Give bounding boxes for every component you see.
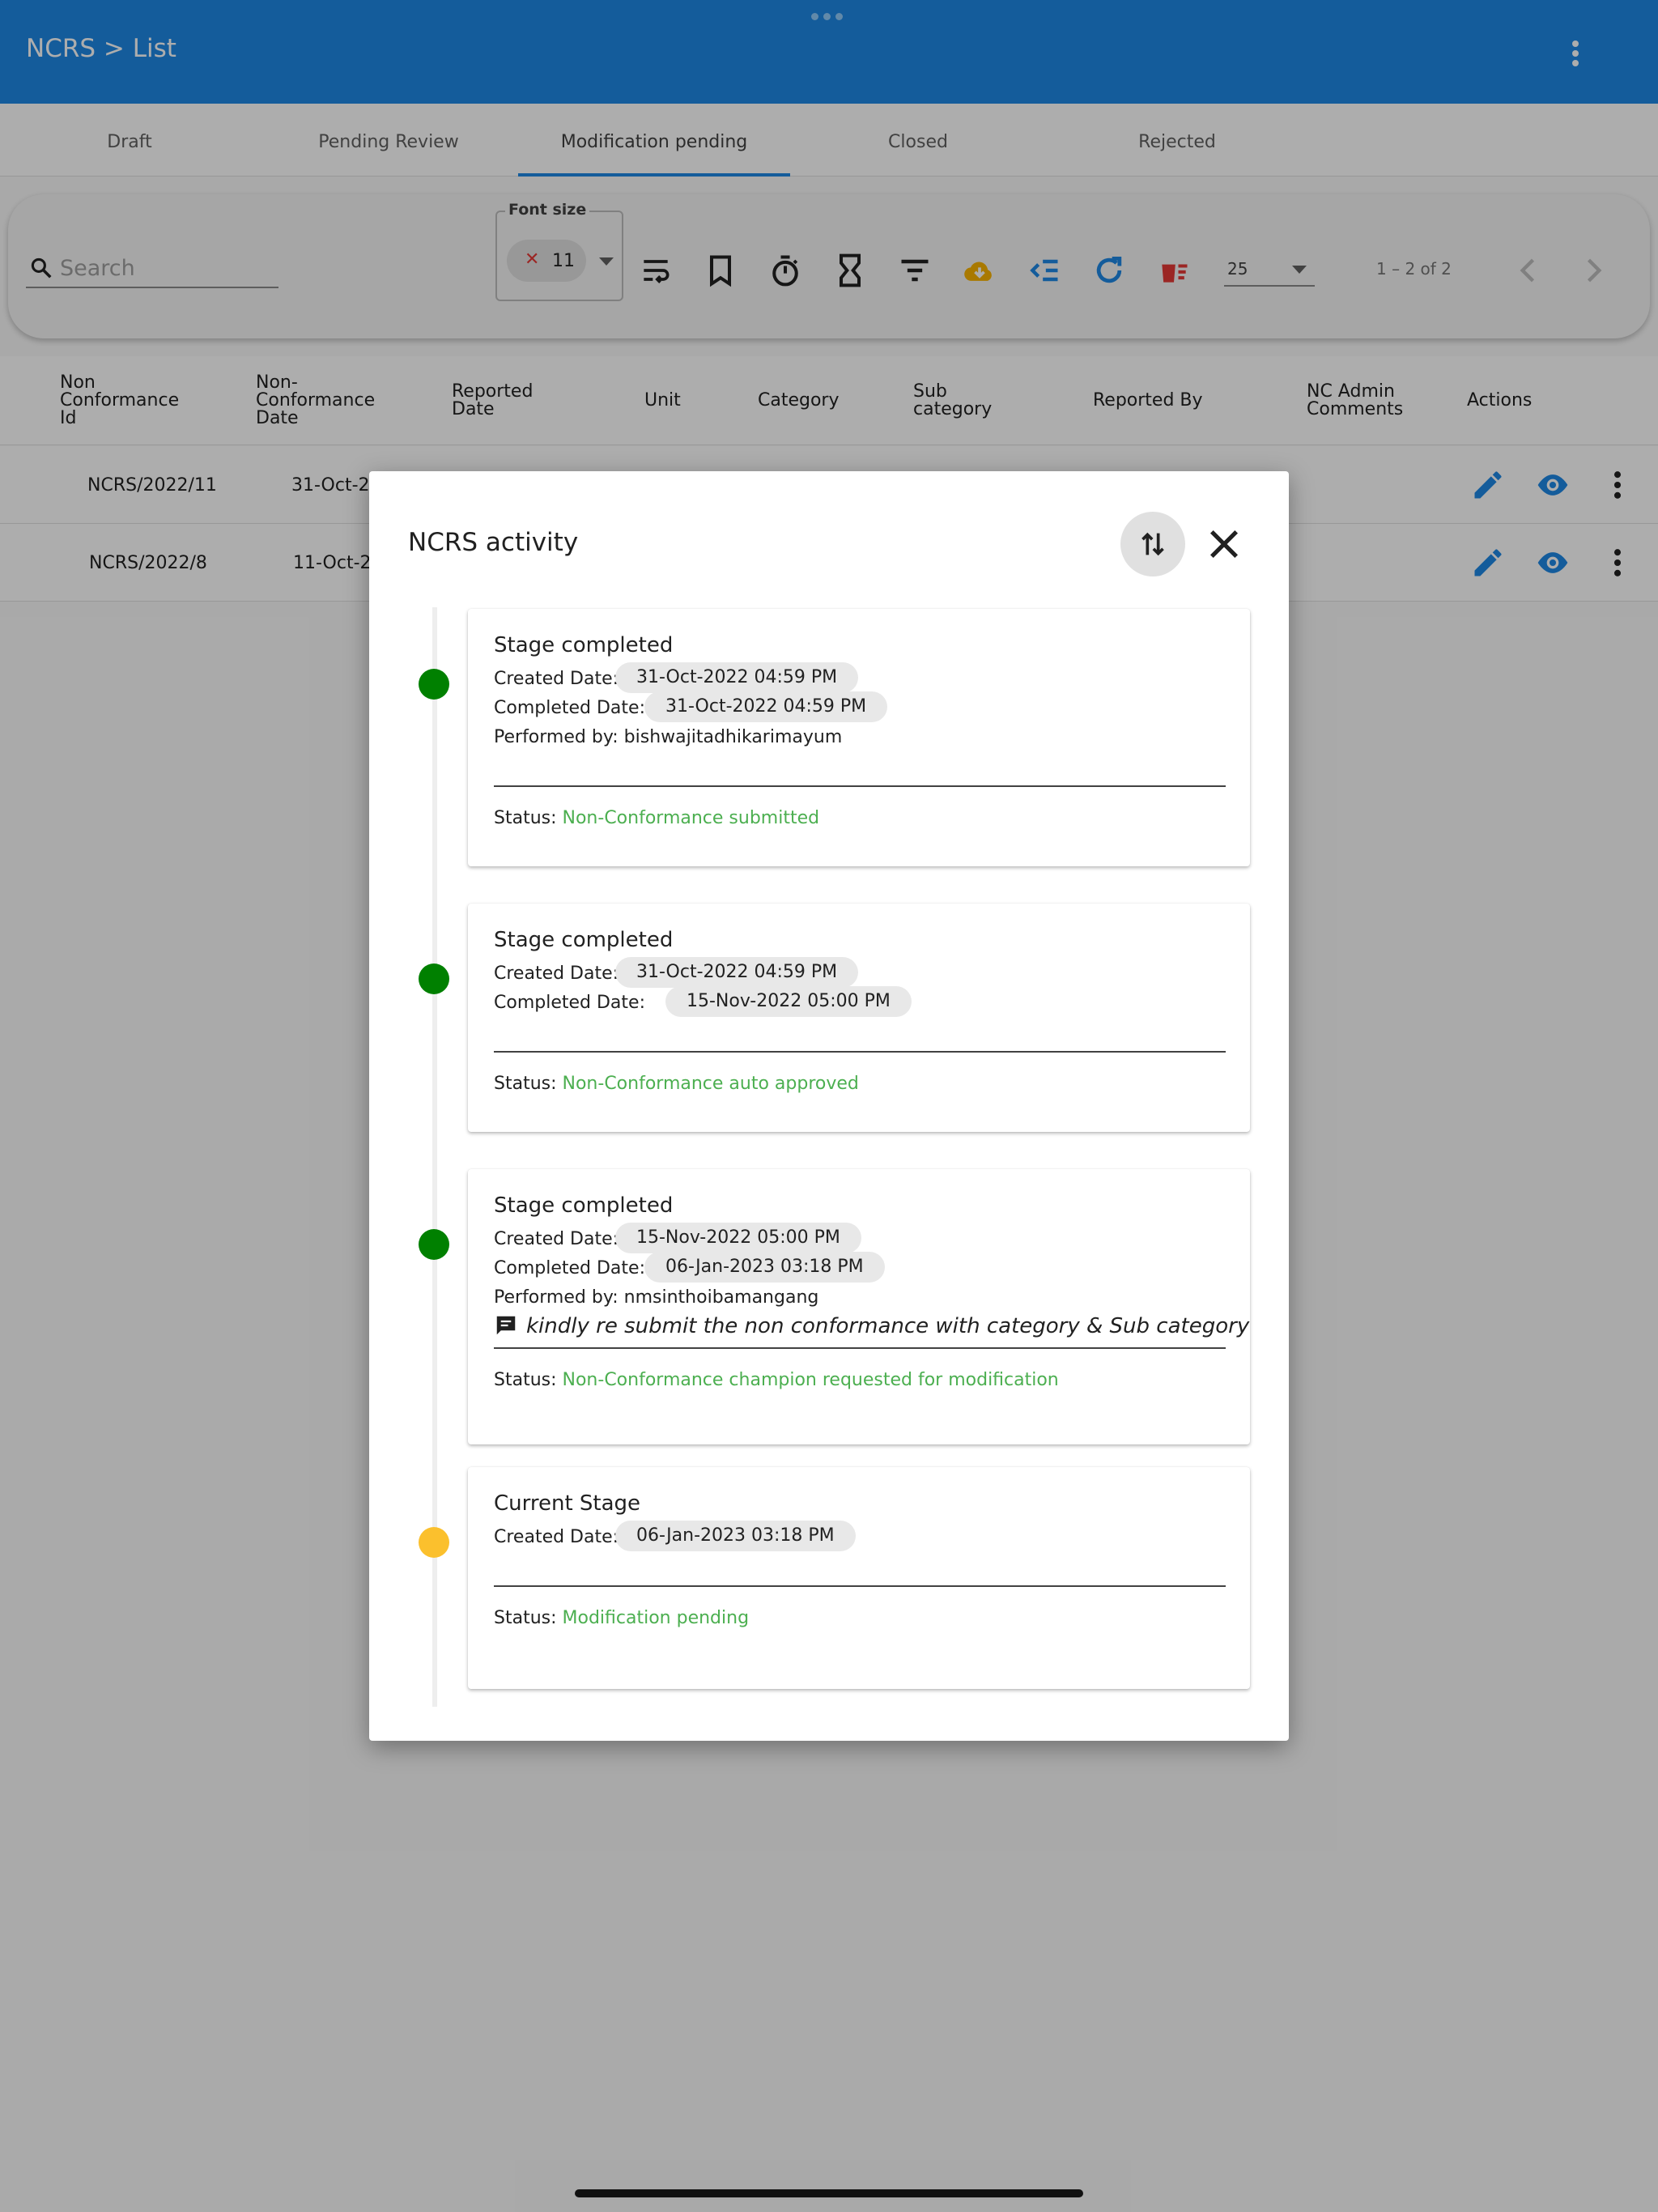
performed-by: Performed by: bishwajitadhikarimayum [494,727,843,747]
created-date-pill: 31-Oct-2022 04:59 PM [615,957,859,988]
completed-label: Completed Date: [494,1258,645,1278]
status-line: Status: Non-Conformance submitted [494,808,820,828]
completed-date-pill: 31-Oct-2022 04:59 PM [644,691,888,722]
stage-title: Stage completed [494,928,674,952]
completed-label: Completed Date: [494,698,645,718]
status-line: Status: Non-Conformance champion request… [494,1370,1059,1390]
stage-title: Stage completed [494,1193,674,1218]
created-label: Created Date: [494,1527,619,1547]
home-indicator[interactable] [575,2189,1083,2197]
swap-vert-icon [1141,532,1164,556]
stage-card: Stage completed Created Date: 31-Oct-202… [468,609,1250,866]
dialog-title: NCRS activity [408,528,579,557]
stage-card: Stage completed Created Date: 15-Nov-202… [468,1169,1250,1444]
status-value: Non-Conformance auto approved [562,1074,859,1094]
completed-date-pill: 06-Jan-2023 03:18 PM [644,1252,885,1283]
divider [494,1585,1226,1587]
timeline-dot [419,963,449,994]
status-line: Status: Non-Conformance auto approved [494,1074,859,1094]
timeline-dot [419,1527,449,1558]
status-value: Non-Conformance submitted [562,808,820,828]
created-label: Created Date: [494,1229,619,1249]
stage-title: Current Stage [494,1491,641,1516]
completed-date-pill: 15-Nov-2022 05:00 PM [665,986,912,1017]
comment-line: kindly re submit the non conformance wit… [494,1313,1249,1338]
timeline-dot [419,669,449,700]
timeline-dot [419,1229,449,1260]
completed-label: Completed Date: [494,993,645,1013]
divider [494,785,1226,787]
comment-icon [496,1316,516,1335]
status-value: Non-Conformance champion requested for m… [562,1370,1059,1390]
created-date-pill: 06-Jan-2023 03:18 PM [615,1521,856,1551]
status-value: Modification pending [562,1608,750,1628]
stage-title: Stage completed [494,633,674,657]
stage-card: Stage completed Created Date: 31-Oct-202… [468,904,1250,1132]
status-line: Status: Modification pending [494,1608,750,1628]
divider [494,1347,1226,1349]
divider [494,1051,1226,1053]
created-label: Created Date: [494,669,619,689]
created-date-pill: 31-Oct-2022 04:59 PM [615,662,859,693]
comment-text: kindly re submit the non conformance wit… [526,1314,1250,1338]
created-date-pill: 15-Nov-2022 05:00 PM [615,1223,861,1253]
stage-card: Current Stage Created Date: 06-Jan-2023 … [468,1467,1250,1689]
created-label: Created Date: [494,963,619,984]
sort-order-button[interactable] [1120,512,1185,576]
activity-dialog: NCRS activity Stage completed Created Da… [369,471,1289,1741]
close-icon[interactable] [1203,523,1245,565]
performed-by: Performed by: nmsinthoibamangang [494,1287,819,1308]
